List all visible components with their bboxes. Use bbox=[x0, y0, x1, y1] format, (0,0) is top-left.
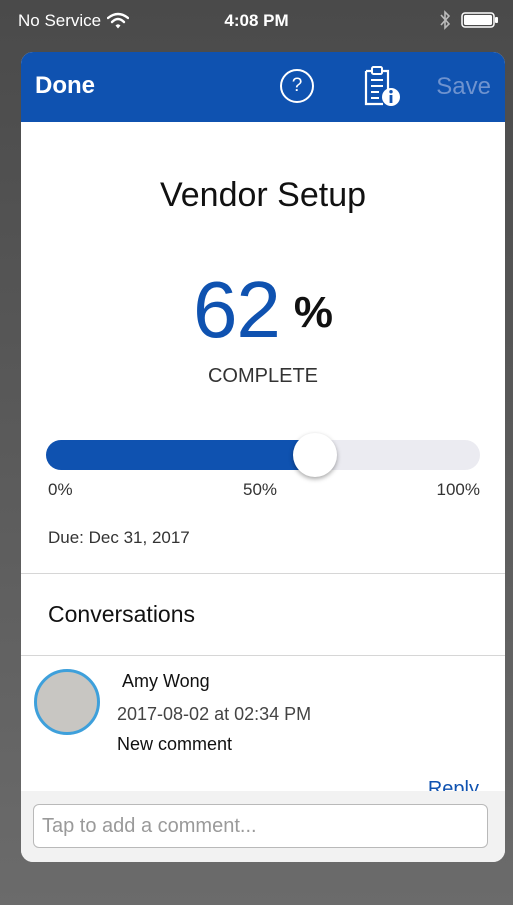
progress-slider[interactable] bbox=[46, 433, 480, 477]
comment-text: New comment bbox=[117, 734, 233, 754]
due-date: Due: Dec 31, 2017 bbox=[48, 528, 190, 547]
status-bar: No Service 4:08 PM bbox=[0, 0, 513, 44]
percent-sign: % bbox=[293, 288, 334, 337]
tick-50-percent: 50% bbox=[243, 480, 278, 499]
help-button[interactable]: ? bbox=[280, 69, 314, 103]
help-icon: ? bbox=[291, 75, 303, 96]
conversations-title: Conversations bbox=[48, 601, 196, 627]
task-title: Vendor Setup bbox=[159, 176, 367, 214]
comment-input[interactable] bbox=[33, 804, 488, 848]
navigation-bar: Done ? Save bbox=[21, 52, 505, 122]
status-right bbox=[439, 10, 499, 30]
reply-button[interactable]: Reply bbox=[428, 778, 479, 792]
comment-item: Amy Wong 2017-08-02 at 02:34 PM New comm… bbox=[21, 656, 505, 792]
phone-screen: No Service 4:08 PM Done ? Save Vendor Se… bbox=[0, 0, 513, 905]
percent-value: 62 bbox=[192, 265, 281, 354]
tick-100-percent: 100% bbox=[436, 480, 480, 499]
task-detail-card: Done ? Save Vendor Setup 62% COMPLETE 0%… bbox=[21, 52, 505, 862]
slider-fill bbox=[46, 440, 316, 470]
done-button[interactable]: Done bbox=[35, 72, 95, 100]
comment-author: Amy Wong bbox=[122, 671, 210, 691]
save-button[interactable]: Save bbox=[436, 73, 491, 101]
percent-complete: 62% bbox=[21, 264, 505, 356]
status-time: 4:08 PM bbox=[224, 11, 289, 30]
comment-composer bbox=[21, 791, 505, 862]
tick-0-percent: 0% bbox=[48, 480, 73, 499]
comment-timestamp: 2017-08-02 at 02:34 PM bbox=[117, 704, 312, 724]
battery-icon bbox=[461, 12, 498, 28]
divider bbox=[21, 573, 505, 574]
document-info-icon[interactable] bbox=[361, 65, 401, 107]
complete-label: COMPLETE bbox=[207, 365, 319, 387]
bluetooth-icon bbox=[440, 10, 451, 30]
slider-thumb[interactable] bbox=[293, 433, 338, 477]
avatar[interactable] bbox=[34, 669, 100, 735]
